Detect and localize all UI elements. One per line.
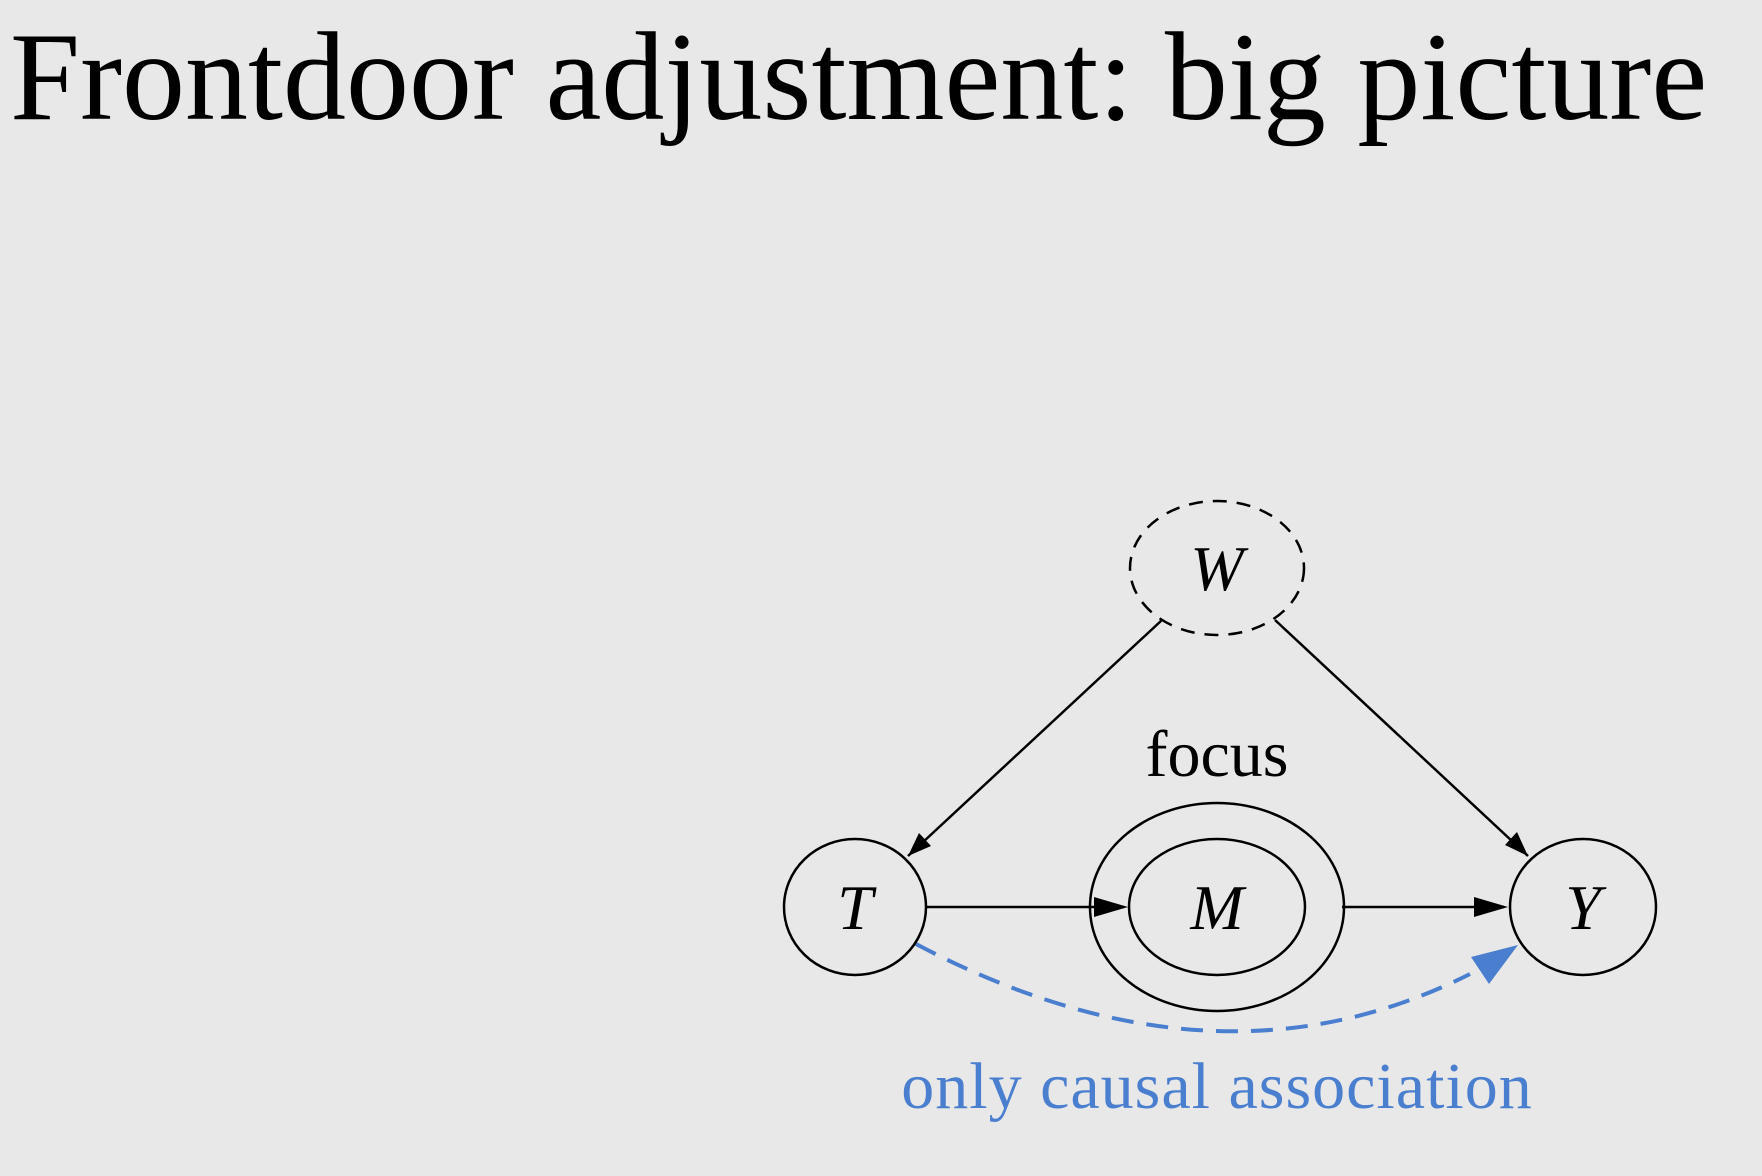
- node-m-label: M: [1189, 872, 1247, 943]
- causal-graph: W T M Y focus only causal association: [782, 499, 1658, 1123]
- edge-w-to-t: [907, 619, 1163, 857]
- causal-association-arrowhead: [1471, 945, 1518, 984]
- causal-association-label: only causal association: [901, 1050, 1533, 1123]
- node-y-label: Y: [1565, 872, 1607, 943]
- edge-t-to-m-arrowhead: [1094, 897, 1128, 917]
- node-t: T: [782, 837, 928, 977]
- node-w-label: W: [1190, 533, 1249, 604]
- node-y: Y: [1508, 837, 1658, 977]
- node-w: W: [1128, 499, 1306, 637]
- node-t-label: T: [837, 872, 877, 943]
- focus-label: focus: [1146, 718, 1289, 791]
- edge-w-to-y-arrowhead: [1505, 832, 1528, 856]
- edge-m-to-y-arrowhead: [1474, 897, 1508, 917]
- node-m: M: [1088, 801, 1346, 1013]
- edge-w-to-y: [1274, 619, 1529, 857]
- causal-association-edge: [915, 942, 1471, 1034]
